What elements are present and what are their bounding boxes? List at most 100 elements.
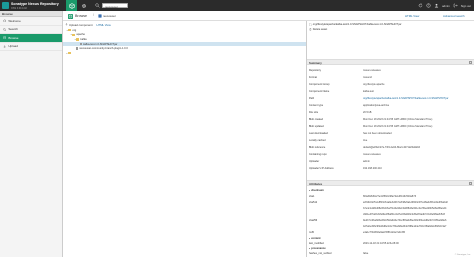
sidebar-item-label: Upload xyxy=(8,44,18,49)
html-view-link[interactable]: HTML View xyxy=(405,14,419,18)
summary-value: maven2 xyxy=(363,76,372,79)
attribute-group-name: checksum xyxy=(311,189,324,192)
tree-html-view-link[interactable]: HTML View xyxy=(96,23,110,27)
gear-icon xyxy=(81,3,86,8)
repository-icon xyxy=(98,14,102,18)
summary-row: Containing repo maven-releases xyxy=(307,153,474,156)
attribute-key: last_modified xyxy=(309,242,324,245)
summary-key: Locally cached xyxy=(309,139,326,142)
summary-value: Mon Dec 18 2023 21:44:55 GMT+0800 (China… xyxy=(363,118,433,121)
tree-node-label: kafka-test-1.0-SNAPSHOT.jar xyxy=(83,42,118,46)
asset-detail-panel: org/lifestyle/apache/kafka-test/1.0-SNAP… xyxy=(307,21,474,257)
tree-node[interactable]: ▸ xyxy=(63,51,306,56)
app-version: OSS 3.60.0-02 xyxy=(11,6,27,10)
collapse-icon[interactable]: ▾ xyxy=(309,189,310,192)
folder-icon xyxy=(68,29,72,32)
sidebar-item-welcome[interactable]: Welcome xyxy=(0,17,62,26)
sidebar-item-label: Search xyxy=(8,27,18,32)
summary-key: Path xyxy=(309,97,315,100)
attribute-value: 9e2b7c4f1a8d3e6b0c5f2a9d4e7b1c8f3a0d5e2b… xyxy=(363,219,447,222)
attribute-row: 4d7a0e3b6c9f2a5d8e1b4c7f0a3d6e9b2c5f8a1d… xyxy=(307,225,474,228)
refresh-icon[interactable] xyxy=(418,3,423,8)
help-icon[interactable]: ? xyxy=(426,3,431,8)
attribute-row: md5 e4a1c7f0d3b6e9a2c5f8b1d4e7a0c3f6 xyxy=(307,231,474,234)
attribute-key: md5 xyxy=(309,231,314,234)
summary-value: org.lifestyle.apache xyxy=(363,83,385,86)
collapse-icon[interactable]: ▾ xyxy=(309,247,310,250)
breadcrumb-title[interactable]: Browse xyxy=(75,14,87,18)
folder-icon xyxy=(72,33,76,37)
tree-node-label: apache xyxy=(76,33,85,37)
attribute-key xyxy=(307,225,361,228)
tree-node-label: org xyxy=(72,28,77,32)
sidebar-item-label: Welcome xyxy=(8,18,21,23)
summary-key: Component Group xyxy=(309,83,330,86)
current-user[interactable]: admin xyxy=(442,4,450,8)
summary-key: Blob reference xyxy=(309,146,326,149)
summary-row: Locally cached true xyxy=(307,139,474,142)
upload-component-label: Upload component xyxy=(69,22,93,27)
attributes-section-header[interactable]: Attributes − xyxy=(307,180,474,186)
user-icon[interactable] xyxy=(434,3,439,8)
sidebar-item-browse[interactable]: Browse xyxy=(0,34,62,43)
collapse-icon[interactable]: ▾ xyxy=(309,237,310,240)
sign-out-link[interactable]: Sign out xyxy=(461,4,471,8)
breadcrumb-repository: nexususer xyxy=(103,14,116,18)
tree-node-label: nexususer-community-branch-plugin-1.0.0 xyxy=(79,47,128,51)
nexus-logo xyxy=(2,2,9,9)
summary-value: admin xyxy=(363,160,370,163)
sidebar-item-upload[interactable]: Upload xyxy=(0,43,62,51)
sign-out-icon[interactable] xyxy=(453,3,458,8)
collapse-icon[interactable]: − xyxy=(469,61,472,64)
summary-value: application/java-archive xyxy=(363,104,390,107)
summary-path-link[interactable]: org/lifestyle/apache/kafka-test/1.0-SNAP… xyxy=(361,97,474,100)
tree-panel: Upload component HTML View ▾ org ▾ apache … xyxy=(63,21,307,257)
attribute-value: a3f19c0d7b2e85f4c61a9e3d0b7c2f48e5a1d96b… xyxy=(363,201,448,204)
top-right-controls: ? admin Sign out xyxy=(418,0,474,11)
asset-path-header: org/lifestyle/apache/kafka-test/1.0-SNAP… xyxy=(309,22,401,26)
summary-value: Mon Dec 18 2023 21:44:55 GMT+0800 (China… xyxy=(363,125,433,128)
collapse-icon[interactable]: − xyxy=(469,182,472,185)
file-icon xyxy=(76,47,79,51)
sidebar-item-search[interactable]: Search xyxy=(0,26,62,34)
attribute-row: c8d1e4f7a0b3c6d9e2f5a8b1c4d7e0f3a6b9c2d5… xyxy=(307,213,474,216)
summary-key: File size xyxy=(309,111,319,114)
summary-key: Uploader xyxy=(309,160,320,163)
summary-value: maven-releases xyxy=(363,153,381,156)
admin-mode-button[interactable] xyxy=(78,0,89,11)
summary-value: true xyxy=(363,139,368,142)
summary-key: Repository xyxy=(309,69,321,72)
delete-asset-label: Delete asset xyxy=(312,28,328,31)
attribute-row: hashes_not_verified false xyxy=(307,252,474,255)
summary-value: 20.5 kB xyxy=(363,111,372,114)
summary-key: Uploader's IP Address xyxy=(309,167,334,170)
trash-icon xyxy=(309,28,312,31)
summary-key: Format xyxy=(309,76,317,79)
sidebar-item-label: Browse xyxy=(8,35,19,40)
advanced-search-link[interactable]: Advanced search xyxy=(443,14,465,18)
attribute-row: sha256 9e2b7c4f1a8d3e6b0c5f2a9d4e7b1c8f3a… xyxy=(307,219,474,222)
summary-section-header[interactable]: Summary − xyxy=(307,59,474,65)
summary-row: Last downloaded has not been downloaded xyxy=(307,132,474,135)
search-input[interactable]: nexususer xyxy=(102,3,128,9)
database-icon xyxy=(3,36,7,40)
summary-value: default@e8b2c27a-73f4-4e64-8be3-4b71d20a… xyxy=(363,146,421,149)
attribute-value: e4a1c7f0d3b6e9a2c5f8b1d4e7a0c3f6 xyxy=(363,231,405,234)
summary-value: has not been downloaded xyxy=(363,132,392,135)
upload-component-button[interactable]: Upload component xyxy=(65,23,92,27)
summary-row: Uploader's IP Address 192.168.200.210 xyxy=(307,167,474,170)
folder-icon xyxy=(68,52,72,55)
delete-asset-button[interactable]: Delete asset xyxy=(309,28,327,31)
attribute-key xyxy=(307,207,361,210)
summary-row: Path org/lifestyle/apache/kafka-test/1.0-… xyxy=(307,97,474,100)
browse-mode-button[interactable] xyxy=(66,0,77,11)
attribute-row: sha512 a3f19c0d7b2e85f4c61a9e3d0b7c2f48e5… xyxy=(307,201,474,204)
attribute-row: last_modified 2023-12-18 21:44:55.223+08:… xyxy=(307,242,474,245)
attribute-group-checksum[interactable]: ▾ checksum xyxy=(309,189,324,192)
attribute-group-provenance[interactable]: ▾ provenance xyxy=(309,247,326,250)
summary-row: Format maven2 xyxy=(307,76,474,79)
attribute-group-content[interactable]: ▾ content xyxy=(309,237,320,240)
tree-toolbar: Upload component HTML View xyxy=(63,21,306,28)
upload-icon xyxy=(3,44,6,48)
file-icon xyxy=(309,22,312,26)
